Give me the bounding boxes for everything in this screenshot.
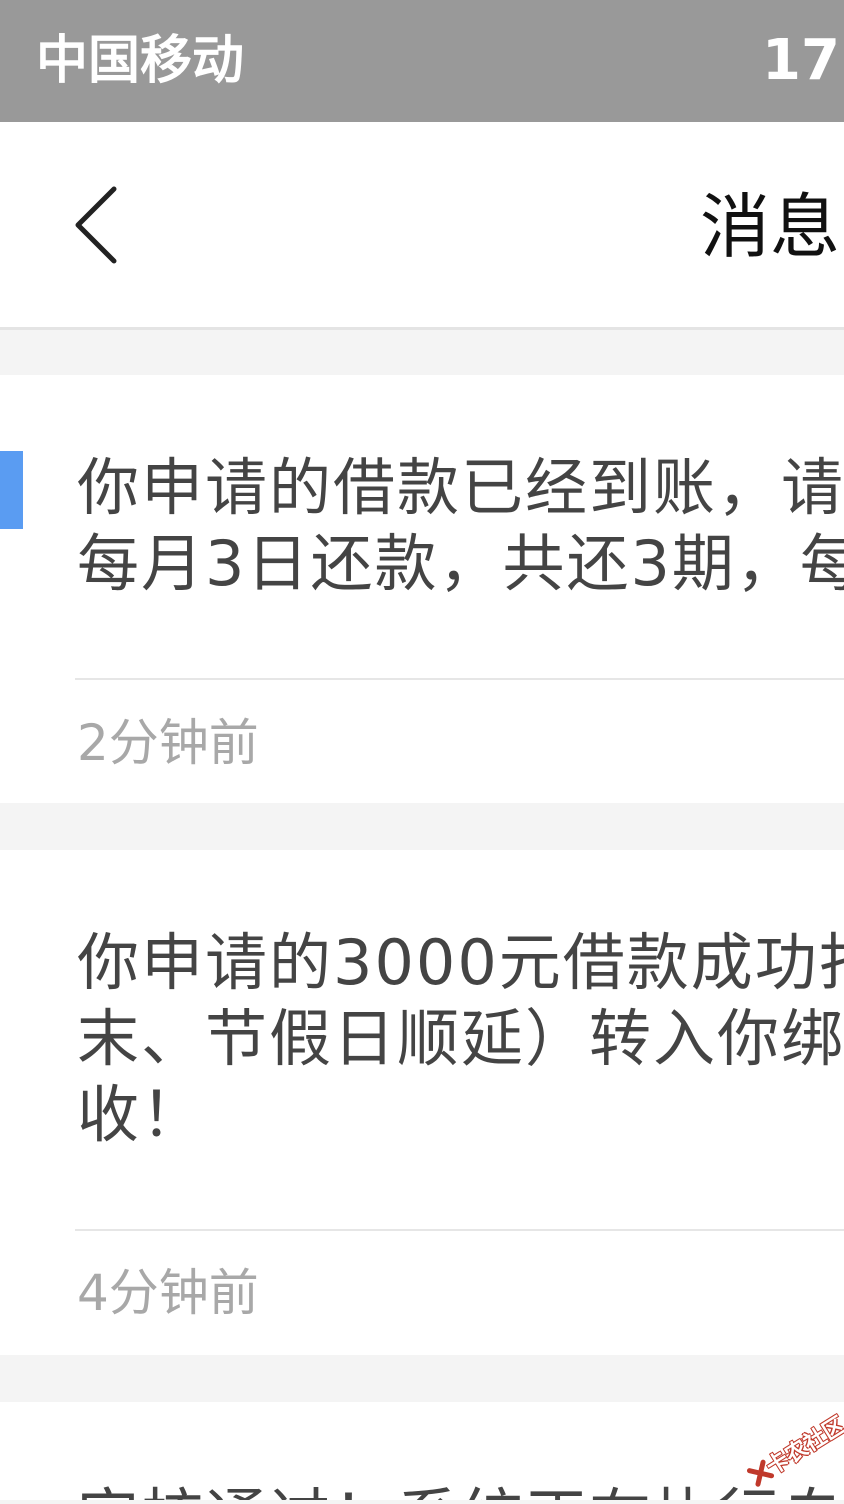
message-line: 末、节假日顺延）转入你绑 <box>77 1002 844 1075</box>
message-card[interactable]: 你申请的借款已经到账，请 每月3日还款，共还3期，每 2分钟前 <box>0 375 844 803</box>
status-time: 17: <box>762 28 844 93</box>
divider <box>75 1229 844 1231</box>
navigation-bar: 消息 <box>0 122 844 330</box>
carrier-name: 中国移动 <box>36 31 245 91</box>
message-text: 你申请的3000元借款成功打 末、节假日顺延）转入你绑 收！ <box>77 925 844 1153</box>
message-text: 你申请的借款已经到账，请 每月3日还款，共还3期，每 <box>77 450 844 602</box>
divider <box>75 678 844 680</box>
unread-marker <box>0 451 23 529</box>
message-line: 你申请的借款已经到账，请 <box>77 451 844 524</box>
message-time: 2分钟前 <box>77 714 259 772</box>
status-bar: 中国移动 17: <box>0 0 844 122</box>
message-time: 4分钟前 <box>77 1264 259 1322</box>
chevron-left-icon <box>75 186 117 264</box>
message-card[interactable]: 审核通过！系统正在执行自 <box>0 1402 844 1500</box>
message-text: 审核通过！系统正在执行自 <box>77 1480 844 1500</box>
message-line: 收！ <box>77 1078 206 1151</box>
message-card[interactable]: 你申请的3000元借款成功打 末、节假日顺延）转入你绑 收！ 4分钟前 <box>0 850 844 1355</box>
page-title: 消息 <box>700 186 840 268</box>
message-line: 每月3日还款，共还3期，每 <box>77 527 844 600</box>
back-button[interactable] <box>60 177 140 277</box>
message-line: 你申请的3000元借款成功打 <box>77 926 844 999</box>
message-line: 审核通过！系统正在执行自 <box>77 1480 844 1500</box>
